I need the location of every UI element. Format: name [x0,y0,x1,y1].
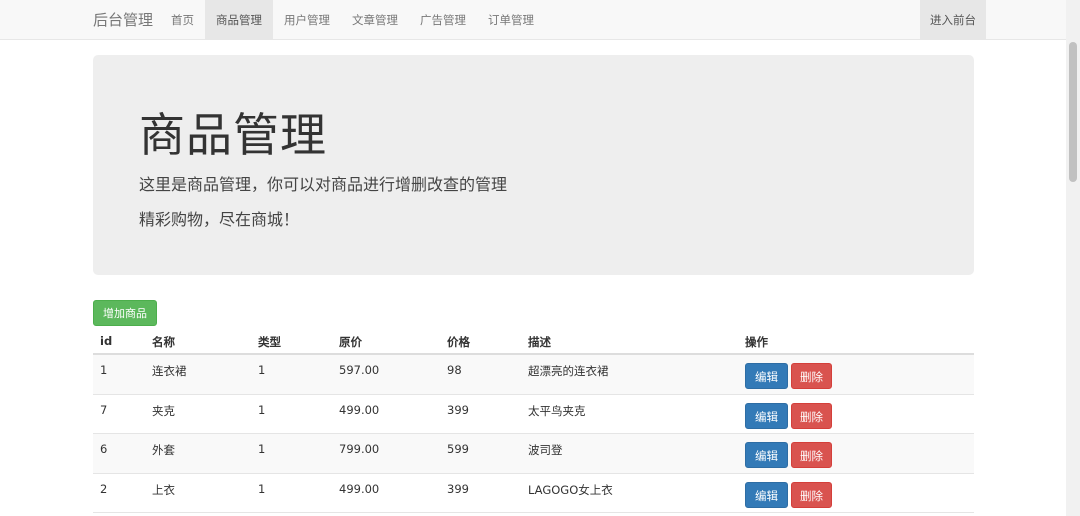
nav-item-home[interactable]: 首页 [160,0,205,40]
table-row: 2 上衣 1 499.00 399 LAGOGO女上衣 编辑 删除 [93,474,974,513]
cell-name: 夹克 [152,403,175,418]
edit-button[interactable]: 编辑 [745,363,788,389]
brand-link[interactable]: 后台管理 [93,0,153,40]
table-row: 1 连衣裙 1 597.00 98 超漂亮的连衣裙 编辑 删除 [93,355,974,395]
header-type: 类型 [258,335,281,349]
cell-name: 连衣裙 [152,364,187,378]
cell-type: 1 [258,363,266,377]
cell-description: LAGOGO女上衣 [528,482,613,497]
table-header: id 名称 类型 原价 价格 描述 操作 [93,327,974,355]
delete-button[interactable]: 删除 [791,363,832,389]
cell-type: 1 [258,481,266,496]
nav-item-ads[interactable]: 广告管理 [409,0,477,40]
delete-button[interactable]: 删除 [791,442,832,468]
page-scrollbar[interactable] [1066,0,1080,516]
cell-description: 太平鸟夹克 [528,403,586,418]
table-row: 6 外套 1 799.00 599 波司登 编辑 删除 [93,434,974,474]
top-navbar: 后台管理 首页 商品管理 用户管理 文章管理 广告管理 订单管理 进入前台 [0,0,1066,40]
main-nav: 首页 商品管理 用户管理 文章管理 广告管理 订单管理 [160,0,545,40]
edit-button[interactable]: 编辑 [745,442,788,468]
cell-original-price: 499.00 [339,402,380,417]
edit-button[interactable]: 编辑 [745,402,788,429]
cell-price: 98 [447,363,462,377]
nav-item-users[interactable]: 用户管理 [273,0,341,40]
header-price: 价格 [447,335,470,349]
nav-item-articles[interactable]: 文章管理 [341,0,409,40]
cell-id: 6 [100,442,108,456]
products-table: id 名称 类型 原价 价格 描述 操作 1 连衣裙 1 597.00 98 超… [93,327,974,513]
header-id: id [100,334,113,348]
cell-original-price: 799.00 [339,442,380,456]
cell-price: 399 [447,481,469,496]
header-original-price: 原价 [339,335,362,349]
nav-item-orders[interactable]: 订单管理 [477,0,545,40]
cell-id: 7 [100,402,108,417]
cell-description: 超漂亮的连衣裙 [528,364,609,378]
table-row: 7 夹克 1 499.00 399 太平鸟夹克 编辑 删除 [93,395,974,434]
nav-item-products[interactable]: 商品管理 [205,0,273,40]
cell-id: 2 [100,481,108,496]
scrollbar-thumb[interactable] [1069,42,1077,182]
nav-item-frontend[interactable]: 进入前台 [920,0,986,40]
cell-description: 波司登 [528,443,563,457]
cell-id: 1 [100,363,108,377]
cell-original-price: 597.00 [339,363,380,377]
add-product-button[interactable]: 增加商品 [93,300,157,326]
edit-button[interactable]: 编辑 [745,481,788,508]
jumbotron: 商品管理 这里是商品管理，你可以对商品进行增删改查的管理 精彩购物，尽在商城！ [93,55,974,275]
cell-price: 399 [447,402,469,417]
delete-button[interactable]: 删除 [791,481,832,508]
page-slogan: 精彩购物，尽在商城！ [139,210,300,229]
page-subtitle: 这里是商品管理，你可以对商品进行增删改查的管理 [139,175,508,194]
cell-type: 1 [258,442,266,456]
header-actions: 操作 [745,335,768,349]
cell-name: 外套 [152,443,175,457]
cell-name: 上衣 [152,482,175,497]
delete-button[interactable]: 删除 [791,402,832,429]
page-title: 商品管理 [139,108,327,162]
cell-price: 599 [447,442,469,456]
cell-original-price: 499.00 [339,481,380,496]
header-description: 描述 [528,335,551,349]
cell-type: 1 [258,402,266,417]
header-name: 名称 [152,335,175,349]
